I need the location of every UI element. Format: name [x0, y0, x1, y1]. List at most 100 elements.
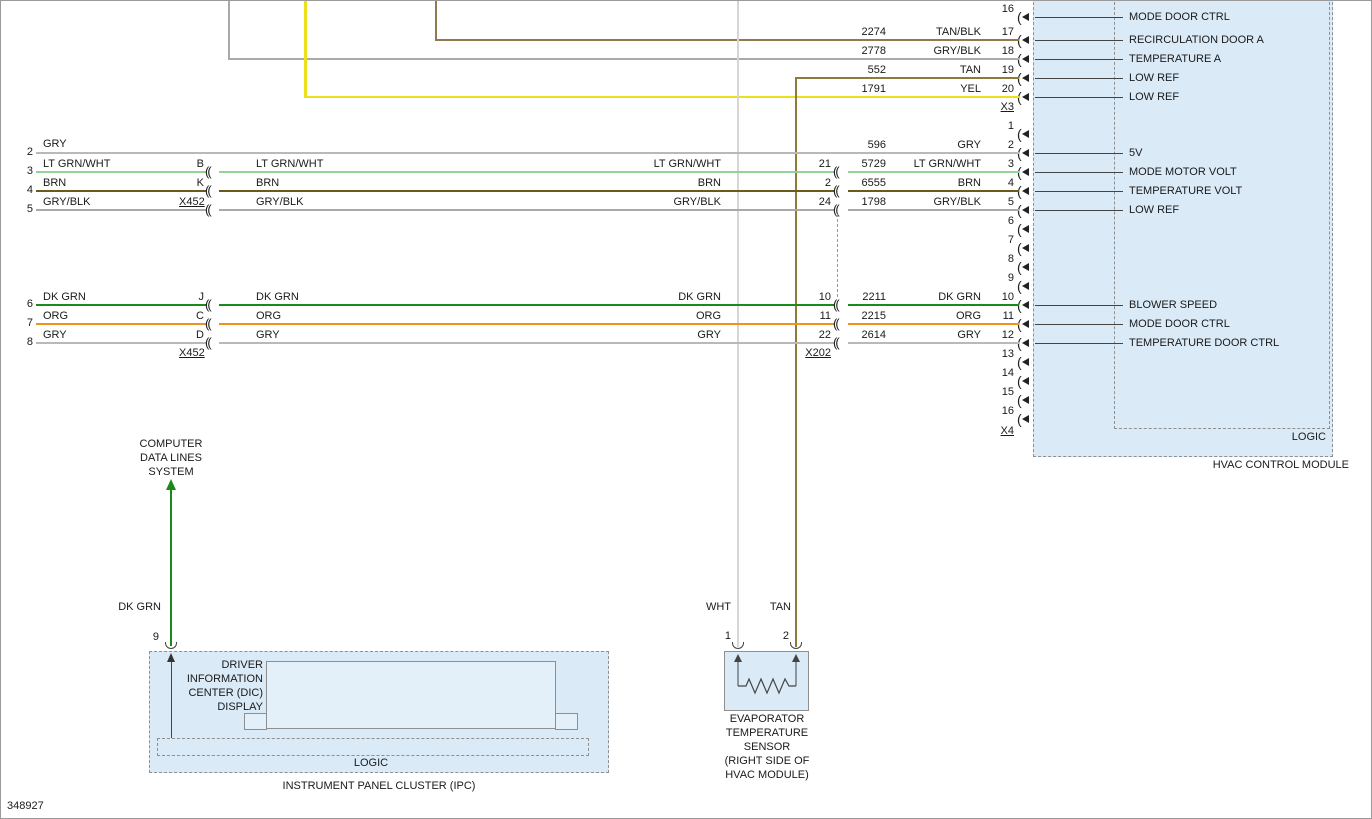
circuit-number: 2614 [846, 329, 886, 342]
pin-function-label: BLOWER SPEED [1129, 299, 1217, 312]
wire-color-label: BRN [621, 177, 721, 190]
connector-x3-label: X3 [986, 101, 1014, 114]
pin-stub [1035, 40, 1123, 41]
wire-color-label: GRY [901, 139, 981, 152]
inline-connector-icon [205, 336, 210, 349]
inline-connector-icon [205, 184, 210, 197]
wire-color-label: DK GRN [901, 291, 981, 304]
pin-connector-icon [1017, 222, 1029, 236]
connector-x452-label: X452 [179, 196, 204, 209]
circuit-number: 2215 [846, 310, 886, 323]
wire-color-label: BRN [43, 177, 66, 190]
pin-function-label: MODE MOTOR VOLT [1129, 166, 1237, 179]
dic-display-label: CENTER (DIC) [179, 687, 263, 700]
wire-color-label: ORG [43, 310, 68, 323]
wire-color-label: LT GRN/WHT [901, 158, 981, 171]
dic-display-label: INFORMATION [179, 673, 263, 686]
pin-number: 15 [986, 386, 1014, 399]
wire-line [848, 342, 1019, 344]
dic-display-wing [244, 713, 267, 730]
connector-socket-icon [732, 642, 744, 649]
wire-color-label: LT GRN/WHT [256, 158, 323, 171]
circuit-number: 1791 [846, 83, 886, 96]
pin-number: 18 [986, 45, 1014, 58]
arrow-up-icon [167, 653, 175, 662]
wire-color-label: ORG [256, 310, 281, 323]
pin-number: 11 [986, 310, 1014, 323]
pin-number: 1 [715, 630, 731, 643]
wire-line [848, 323, 1019, 325]
pin-function-label: LOW REF [1129, 72, 1179, 85]
wire-line [848, 304, 1019, 306]
pin-stub [1035, 191, 1123, 192]
inline-connector-icon [833, 298, 838, 311]
ipc-logic-box [157, 738, 589, 756]
wire-color-label: BRN [901, 177, 981, 190]
sensor-title: (RIGHT SIDE OF [697, 755, 837, 768]
connector-pin-letter: J [179, 291, 204, 304]
hvac-logic-label: LOGIC [1241, 431, 1326, 444]
wire-line [36, 171, 206, 173]
wire-color-label: YEL [901, 83, 981, 96]
pin-stub [1035, 78, 1123, 79]
pin-number: 4 [986, 177, 1014, 190]
circuit-number: 2274 [846, 26, 886, 39]
pin-number: 1 [986, 120, 1014, 133]
pin-connector-icon [1017, 127, 1029, 141]
pin-connector-icon [1017, 355, 1029, 369]
wire-line [848, 190, 1019, 192]
pin-number: 10 [986, 291, 1014, 304]
wiring-diagram: LOGIC HVAC CONTROL MODULE 16 17 18 19 20… [0, 0, 1372, 819]
wire-line-vertical [228, 1, 230, 60]
pin-number: 2 [773, 630, 789, 643]
circuit-number: 2778 [846, 45, 886, 58]
sensor-title: HVAC MODULE) [697, 769, 837, 782]
pin-number: 13 [986, 348, 1014, 361]
sensor-title: TEMPERATURE [697, 727, 837, 740]
wire-line [796, 77, 1019, 79]
ipc-logic-label: LOGIC [291, 757, 451, 770]
dic-display-label: DRIVER [179, 659, 263, 672]
pin-number: 3 [986, 158, 1014, 171]
pin-stub [1035, 172, 1123, 173]
wire-color-label: TAN [901, 64, 981, 77]
pin-connector-icon [1017, 241, 1029, 255]
wire-line [219, 304, 834, 306]
pin-function-label: LOW REF [1129, 91, 1179, 104]
pin-function-label: MODE DOOR CTRL [1129, 318, 1230, 331]
internal-wire [171, 662, 172, 738]
wire-line-vertical-tan [795, 77, 797, 647]
pin-connector-icon [1017, 10, 1029, 24]
sensor-title: EVAPORATOR [697, 713, 837, 726]
wire-line [219, 190, 834, 192]
wire-color-label: LT GRN/WHT [621, 158, 721, 171]
wire-color-label: ORG [621, 310, 721, 323]
connector-pin-letter: B [179, 158, 204, 171]
pin-stub [1035, 343, 1123, 344]
wire-line [848, 171, 1019, 173]
wire-color-label: GRY/BLK [256, 196, 304, 209]
pin-number: 6 [986, 215, 1014, 228]
pin-stub [1035, 210, 1123, 211]
connector-pin-number: 24 [801, 196, 831, 209]
circuit-number: 5729 [846, 158, 886, 171]
inline-connector-icon [205, 317, 210, 330]
inline-connector-icon [833, 336, 838, 349]
pin-function-label: 5V [1129, 147, 1142, 160]
connector-socket-icon [165, 642, 177, 649]
wire-line [36, 323, 206, 325]
row-ref-number: 3 [15, 165, 33, 178]
inline-connector-icon [833, 165, 838, 178]
wire-line [219, 342, 834, 344]
pin-number: 2 [986, 139, 1014, 152]
wire-line [219, 323, 834, 325]
ipc-title: INSTRUMENT PANEL CLUSTER (IPC) [199, 780, 559, 793]
wire-color-label: LT GRN/WHT [43, 158, 110, 171]
row-ref-number: 5 [15, 203, 33, 216]
inline-connector-icon [205, 203, 210, 216]
inline-connector-icon [205, 165, 210, 178]
inline-connector-icon [205, 298, 210, 311]
wire-color-label: BRN [256, 177, 279, 190]
wire-color-label: DK GRN [101, 601, 161, 614]
connector-socket-icon [790, 642, 802, 649]
